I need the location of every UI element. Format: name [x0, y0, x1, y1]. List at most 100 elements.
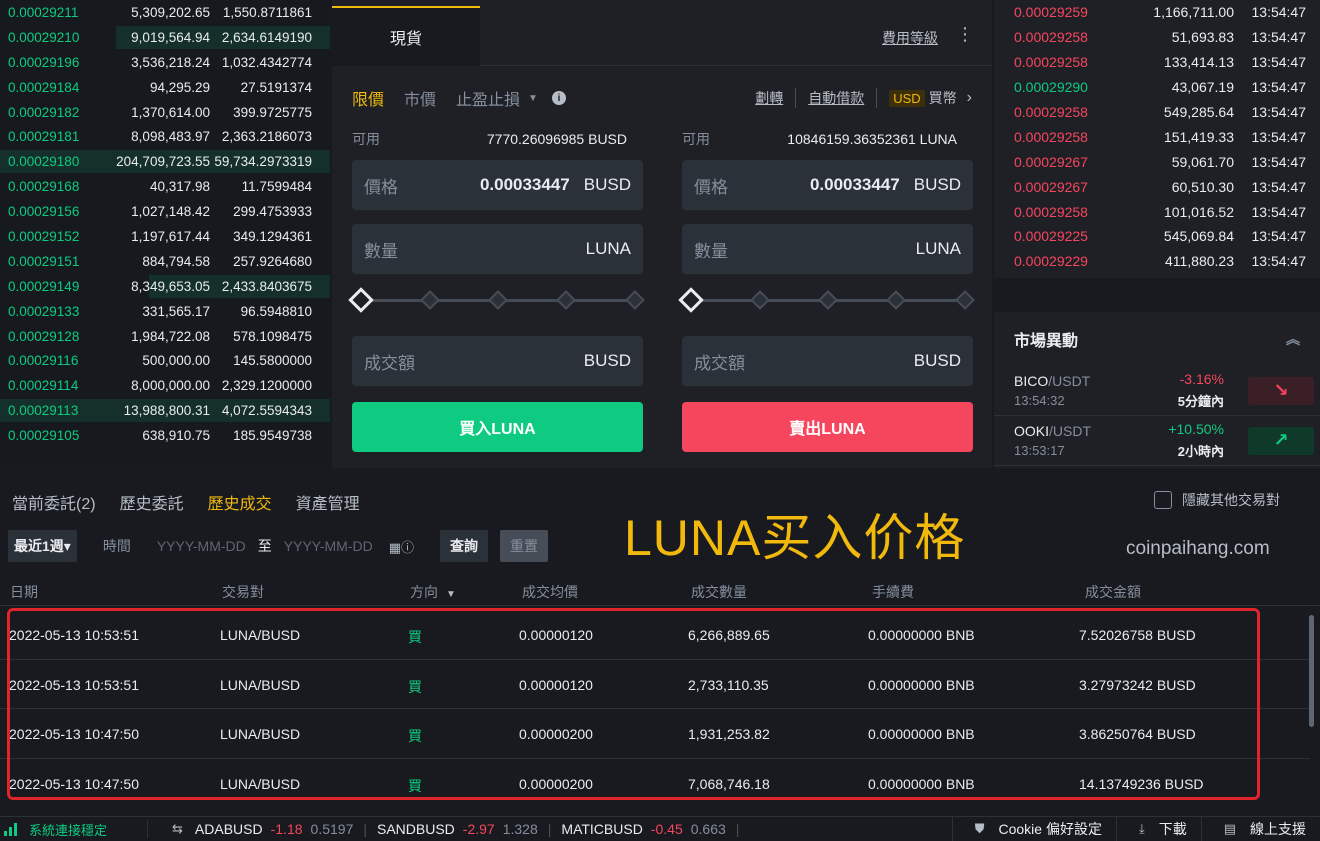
more-menu-icon[interactable]: ⋮: [956, 24, 974, 45]
caret-down-icon[interactable]: ▼: [528, 93, 538, 104]
bid-amount: 13,988,800.31: [123, 403, 210, 419]
history-tab[interactable]: 資產管理: [296, 490, 360, 514]
buy-luna-button[interactable]: 買入LUNA: [352, 402, 643, 452]
fee-level-link[interactable]: 費用等級: [882, 28, 938, 48]
ticker-separator: |: [547, 821, 552, 837]
reset-button[interactable]: 重置: [500, 530, 548, 562]
time-label: 時間: [102, 538, 131, 554]
slider-handle[interactable]: [678, 287, 704, 313]
bid-row[interactable]: 0.00029152 1,197,617.44 349.1294361: [0, 224, 330, 249]
mover-row[interactable]: BICO/USDT 13:54:32 -3.16% 5分鐘內 ↘: [994, 366, 1320, 416]
download-label: 下載: [1158, 821, 1187, 837]
ticker-symbol: SANDBUSD: [377, 821, 455, 837]
ticker-item[interactable]: MATICBUSD -0.45 0.663: [561, 821, 725, 837]
trade-amount: 101,016.52: [1163, 203, 1234, 220]
collapse-icon[interactable]: ︽: [1286, 329, 1300, 349]
mover-pair: OOKI/USDT: [1014, 423, 1144, 439]
bid-row[interactable]: 0.00029211 5,309,202.65 1,550.8711861: [0, 0, 330, 25]
buy-amount-slider[interactable]: [348, 286, 645, 314]
ticker-item[interactable]: SANDBUSD -2.97 1.328: [377, 821, 538, 837]
cell-pair: LUNA/BUSD: [220, 775, 301, 792]
bid-row[interactable]: 0.00029181 8,098,483.97 2,363.2186073: [0, 124, 330, 149]
slider-mark-25[interactable]: [750, 290, 770, 310]
bid-row[interactable]: 0.00029156 1,027,148.42 299.4753933: [0, 199, 330, 224]
sell-total-field[interactable]: 成交額 BUSD: [682, 336, 973, 386]
sell-price-value[interactable]: 0.00033447: [810, 175, 900, 195]
sell-qty-field[interactable]: 數量 LUNA: [682, 224, 973, 274]
bid-price: 0.00029211: [8, 4, 79, 20]
usd-badge[interactable]: USD: [889, 89, 925, 107]
cell-qty: 1,931,253.82: [688, 726, 770, 743]
order-type-limit[interactable]: 限價: [352, 86, 384, 110]
ticker-icon[interactable]: ⇆: [172, 821, 183, 837]
bid-row[interactable]: 0.00029105 638,910.75 185.9549738: [0, 423, 330, 448]
ticker-item[interactable]: ADABUSD -1.18 0.5197: [195, 821, 353, 837]
order-type-stop[interactable]: 止盈止損: [456, 86, 520, 110]
sell-form: 可用 10846159.36352361 LUNA 價格 0.00033447 …: [678, 128, 975, 452]
buy-qty-field[interactable]: 數量 LUNA: [352, 224, 643, 274]
slider-handle[interactable]: [348, 287, 374, 313]
slider-mark-100[interactable]: [955, 290, 975, 310]
chevron-right-icon[interactable]: ›: [967, 89, 972, 107]
buy-price-value[interactable]: 0.00033447: [480, 175, 570, 195]
filter-caret-icon[interactable]: ▼: [446, 589, 456, 600]
transfer-link[interactable]: 劃轉: [743, 88, 797, 108]
slider-mark-50[interactable]: [818, 290, 838, 310]
bid-row[interactable]: 0.00029128 1,984,722.08 578.1098475: [0, 324, 330, 349]
table-scrollbar[interactable]: [1309, 615, 1314, 727]
history-tab[interactable]: 當前委託(2): [12, 490, 96, 514]
col-avg-price: 成交均價: [522, 583, 578, 600]
order-type-market[interactable]: 市價: [404, 86, 436, 110]
bid-row[interactable]: 0.00029114 8,000,000.00 2,329.1200000: [0, 373, 330, 398]
bid-row[interactable]: 0.00029149 8,349,653.05 2,433.8403675: [0, 274, 330, 299]
buy-price-field[interactable]: 價格 0.00033447 BUSD: [352, 160, 643, 210]
query-button[interactable]: 查詢: [440, 530, 488, 562]
buy-total-field[interactable]: 成交額 BUSD: [352, 336, 643, 386]
support-link[interactable]: ▤ 線上支援: [1200, 816, 1320, 841]
bid-row[interactable]: 0.00029113 13,988,800.31 4,072.5594343: [0, 398, 330, 423]
bid-row[interactable]: 0.00029151 884,794.58 257.9264680: [0, 249, 330, 274]
download-link[interactable]: ⤓ 下載: [1115, 816, 1201, 841]
hide-other-pairs-label: 隱藏其他交易對: [1182, 492, 1280, 508]
bid-price: 0.00029114: [8, 378, 79, 394]
cell-fee: 0.00000000 BNB: [868, 775, 975, 792]
bid-price: 0.00029113: [8, 403, 79, 419]
bid-row[interactable]: 0.00029210 9,019,564.94 2,634.6149190: [0, 25, 330, 50]
bid-row[interactable]: 0.00029184 94,295.29 27.5191374: [0, 75, 330, 100]
mover-row[interactable]: OOKI/USDT 13:53:17 +10.50% 2小時內 ↗: [994, 416, 1320, 466]
range-select[interactable]: 最近1週▾: [8, 530, 77, 562]
cell-date: 2022-05-13 10:53:51: [9, 676, 139, 693]
order-book-bids: 0.00029211 5,309,202.65 1,550.8711861 0.000…: [0, 0, 330, 468]
bid-row[interactable]: 0.00029133 331,565.17 96.5948810: [0, 299, 330, 324]
col-direction[interactable]: 方向 ▼: [410, 582, 456, 602]
slider-mark-100[interactable]: [625, 290, 645, 310]
slider-mark-50[interactable]: [488, 290, 508, 310]
ticker-price: 1.328: [502, 821, 538, 837]
cell-fee: 0.00000000 BNB: [868, 726, 975, 743]
date-from-input[interactable]: YYYY-MM-DD: [157, 538, 246, 554]
bid-row[interactable]: 0.00029196 3,536,218.24 1,032.4342774: [0, 50, 330, 75]
info-icon[interactable]: i: [551, 91, 566, 105]
bid-total: 299.4753933: [233, 204, 312, 220]
bid-row[interactable]: 0.00029168 40,317.98 11.7599484: [0, 174, 330, 199]
trade-price: 0.00029258: [1014, 128, 1088, 145]
tab-spot[interactable]: 現貨: [332, 6, 480, 66]
hide-other-pairs-checkbox[interactable]: [1154, 491, 1172, 509]
bid-row[interactable]: 0.00029182 1,370,614.00 399.9725775: [0, 100, 330, 125]
hide-other-pairs[interactable]: 隱藏其他交易對: [1154, 490, 1280, 510]
history-tab[interactable]: 歷史成交: [208, 490, 272, 514]
sell-amount-slider[interactable]: [678, 286, 975, 314]
calendar-icon[interactable]: ▦ⓘ: [389, 537, 414, 556]
cookie-settings[interactable]: ⛊ Cookie 偏好設定: [951, 816, 1116, 841]
bid-row[interactable]: 0.00029116 500,000.00 145.5800000: [0, 348, 330, 373]
sell-price-field[interactable]: 價格 0.00033447 BUSD: [682, 160, 973, 210]
slider-mark-75[interactable]: [556, 290, 576, 310]
buy-coin-link[interactable]: 買幣: [929, 88, 957, 108]
sell-luna-button[interactable]: 賣出LUNA: [682, 402, 973, 452]
date-to-input[interactable]: YYYY-MM-DD: [284, 538, 373, 554]
slider-mark-25[interactable]: [420, 290, 440, 310]
auto-borrow-link[interactable]: 自動借款: [796, 88, 878, 108]
history-tab[interactable]: 歷史委託: [120, 490, 184, 514]
slider-mark-75[interactable]: [886, 290, 906, 310]
bid-row[interactable]: 0.00029180 204,709,723.55 59,734.2973319: [0, 149, 330, 174]
